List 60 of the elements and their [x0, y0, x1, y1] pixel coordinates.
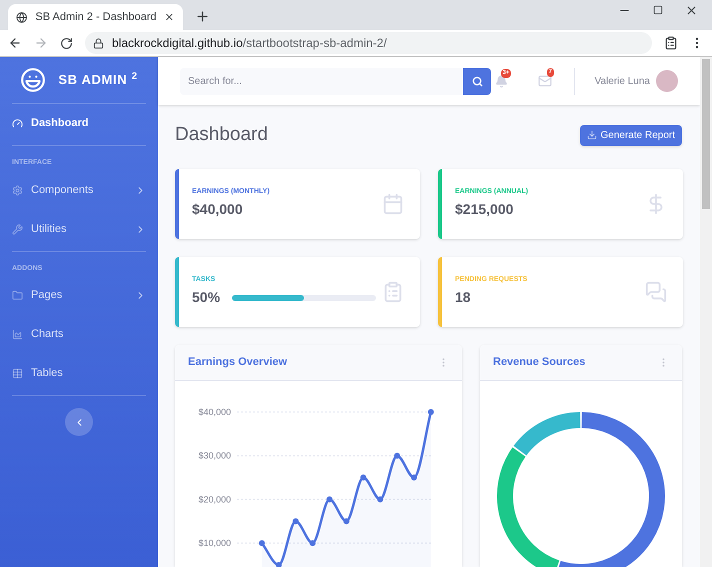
card-value: $215,000: [455, 200, 514, 220]
table-icon: [12, 368, 23, 379]
data-point: [292, 518, 299, 524]
page-title: Dashboard: [175, 123, 268, 147]
sidebar-item[interactable]: Utilities: [12, 210, 146, 248]
lock-icon: [93, 38, 104, 48]
card-title: Earnings Overview: [188, 354, 288, 370]
data-point: [326, 496, 332, 502]
laughing-face-icon: [20, 67, 46, 93]
card-value: $40,000: [192, 200, 243, 220]
back-icon[interactable]: [8, 36, 22, 50]
chat-bubbles-icon: [645, 280, 667, 302]
data-point: [360, 474, 366, 480]
url-text: blackrockdigital.github.io/startbootstrap-sb-admin-2/: [112, 35, 387, 52]
brand-name[interactable]: SB ADMIN $^{2}$: [58, 70, 138, 90]
bell-icon[interactable]: [494, 74, 508, 88]
sidebar-item[interactable]: Components: [12, 170, 146, 210]
generate-report-button[interactable]: Generate Report: [580, 124, 682, 146]
clipboard-icon: [382, 280, 404, 302]
browser-tab[interactable]: SB Admin 2 - Dashboard: [8, 4, 183, 30]
reload-icon[interactable]: [60, 36, 73, 50]
envelope-icon[interactable]: [538, 74, 552, 88]
axis-label: $40,000: [198, 406, 231, 416]
gear-icon: [12, 184, 23, 196]
close-tab-icon[interactable]: [164, 11, 175, 23]
data-point: [310, 540, 316, 546]
sidebar-item[interactable]: Charts: [12, 315, 146, 354]
download-icon: [586, 130, 596, 140]
search-field[interactable]: Search for...: [180, 68, 464, 94]
sidebar-item[interactable]: Pages: [12, 276, 146, 315]
close-window-icon[interactable]: [685, 4, 698, 16]
data-point: [411, 474, 417, 480]
data-point: [394, 452, 400, 458]
data-point: [428, 408, 434, 414]
data-point: [258, 540, 265, 546]
maximize-icon[interactable]: [653, 5, 663, 15]
search-button[interactable]: [463, 68, 491, 94]
calendar-icon: [382, 192, 404, 214]
chart-icon: [12, 329, 23, 340]
globe-icon: [16, 10, 28, 24]
user-name[interactable]: Valerie Luna: [594, 74, 650, 88]
sidebar-item[interactable]: Tables: [12, 354, 146, 393]
axis-label: $10,000: [198, 538, 231, 548]
sidebar-toggle-button[interactable]: [65, 408, 93, 436]
card-title: Revenue Sources: [493, 354, 586, 370]
address-bar[interactable]: blackrockdigital.github.io/startbootstrap-sb-admin-2/: [85, 32, 652, 54]
axis-label: $30,000: [198, 450, 231, 460]
sidebar-item[interactable]: Dashboard: [12, 104, 146, 143]
gauge-icon: [12, 118, 23, 129]
card-value: 50%: [192, 288, 220, 308]
data-point: [343, 518, 350, 524]
tab-title: SB Admin 2 - Dashboard: [35, 10, 156, 25]
search-icon: [472, 76, 482, 86]
axis-label: $20,000: [198, 494, 231, 504]
new-tab-icon[interactable]: [195, 9, 210, 24]
folder-icon: [12, 290, 23, 301]
data-point: [377, 496, 384, 502]
data-point: [276, 561, 282, 567]
card-value: 18: [455, 288, 471, 308]
wrench-icon: [12, 224, 23, 234]
